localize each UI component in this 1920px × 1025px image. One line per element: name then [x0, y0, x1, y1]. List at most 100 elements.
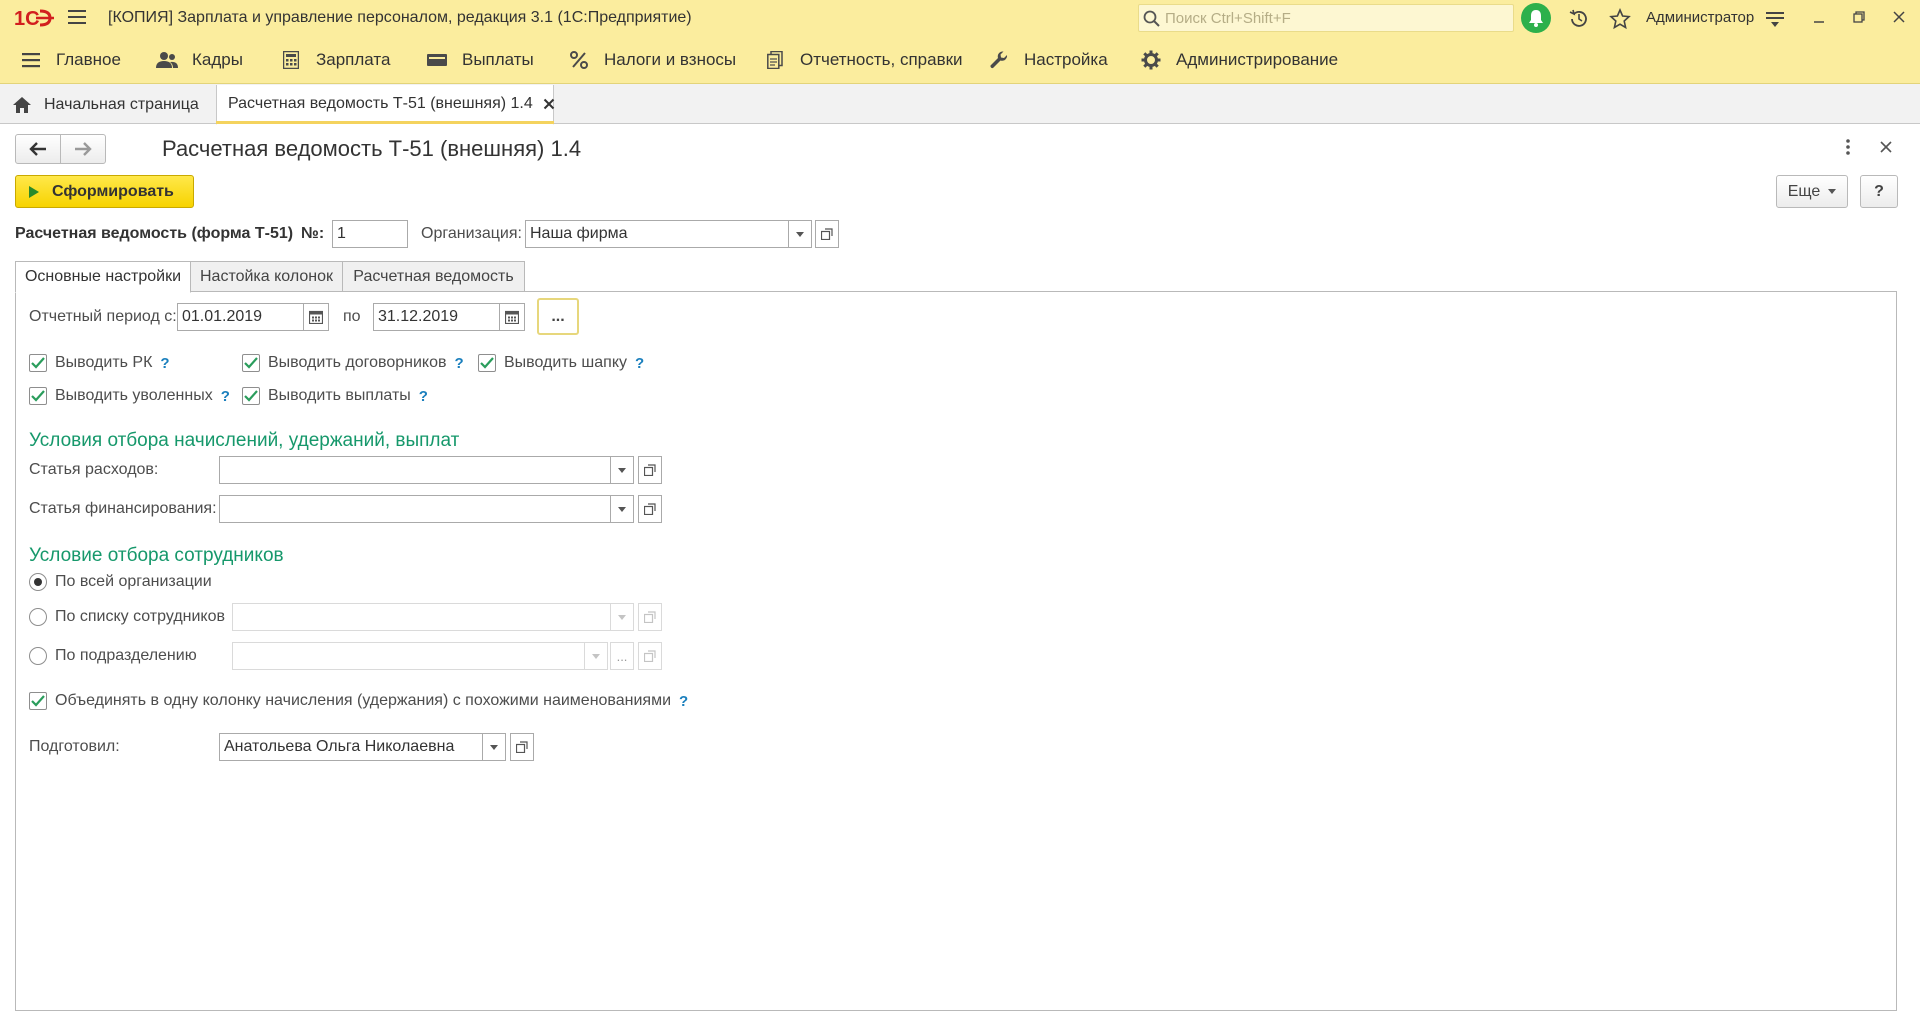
department-dropdown-button [584, 642, 608, 670]
radio-label: По подразделению [55, 647, 197, 664]
employee-list-input [232, 603, 611, 631]
people-icon [156, 49, 178, 71]
play-icon [29, 185, 39, 198]
period-select-button-label: ... [551, 307, 565, 325]
menu-item-label: Отчетность, справки [800, 50, 963, 69]
settings-lines-icon[interactable] [1766, 10, 1784, 28]
calendar-icon [309, 310, 323, 324]
financing-dropdown-button[interactable] [610, 495, 634, 523]
help-question-icon[interactable]: ? [419, 388, 428, 405]
active-tab-underline [216, 121, 554, 124]
org-input[interactable]: Наша фирма [525, 220, 789, 248]
radio-selected-icon [29, 573, 47, 591]
checkbox-show-contractors[interactable]: Выводить договорников ? [242, 354, 464, 372]
generate-button[interactable]: Сформировать [15, 175, 194, 208]
current-user[interactable]: Администратор [1646, 9, 1754, 26]
help-question-icon[interactable]: ? [221, 388, 230, 405]
back-button[interactable] [15, 134, 61, 164]
help-question-icon[interactable]: ? [635, 355, 644, 372]
radio-employee-list[interactable]: По списку сотрудников [29, 608, 225, 626]
menu-item-settings[interactable]: Настройка [988, 36, 1108, 84]
menu-item-hr[interactable]: Кадры [156, 36, 243, 84]
history-icon[interactable] [1568, 8, 1590, 30]
department-select-button-label: ... [616, 648, 628, 664]
checkbox-show-rk[interactable]: Выводить РК ? [29, 354, 170, 372]
menu-item-salary[interactable]: Зарплата [280, 36, 390, 84]
close-tab-icon[interactable] [543, 98, 555, 110]
period-label: Отчетный период с: [29, 308, 177, 325]
checkbox-label: Выводить шапку [504, 354, 627, 371]
calendar-icon [505, 310, 519, 324]
radio-label: По всей организации [55, 573, 212, 590]
period-from-input[interactable]: 01.01.2019 [177, 303, 304, 331]
close-window-icon[interactable] [1892, 10, 1906, 24]
restore-icon[interactable] [1852, 10, 1866, 24]
checkbox-label: Выводить уволенных [55, 387, 213, 404]
menu-item-label: Выплаты [462, 50, 534, 69]
radio-empty-icon [29, 647, 47, 665]
number-input[interactable]: 1 [332, 220, 408, 248]
org-open-button[interactable] [815, 220, 839, 248]
form-more-actions-icon[interactable] [1845, 138, 1851, 156]
checkbox-show-dismissed[interactable]: Выводить уволенных ? [29, 387, 230, 405]
open-card-icon [644, 650, 656, 662]
tab-home[interactable]: Начальная страница [12, 85, 199, 124]
prepared-input[interactable]: Анатольева Ольга Николаевна [219, 733, 483, 761]
help-question-icon[interactable]: ? [455, 355, 464, 372]
menu-item-taxes[interactable]: Налоги и взносы [568, 36, 736, 84]
department-select-button: ... [610, 642, 634, 670]
period-select-button[interactable]: ... [537, 298, 579, 335]
search-icon [1143, 10, 1161, 28]
hamburger-icon [20, 49, 42, 71]
checkbox-show-header[interactable]: Выводить шапку ? [478, 354, 644, 372]
radio-label: По списку сотрудников [55, 608, 225, 625]
prepared-label: Подготовил: [29, 738, 120, 755]
check-icon [242, 354, 260, 372]
notifications-bell-icon[interactable] [1520, 2, 1552, 34]
global-search-input[interactable]: Поиск Ctrl+Shift+F [1138, 4, 1514, 32]
main-menu-icon[interactable] [68, 9, 86, 25]
prepared-dropdown-button[interactable] [482, 733, 506, 761]
menu-item-admin[interactable]: Администрирование [1140, 36, 1338, 84]
menu-item-label: Главное [56, 50, 121, 69]
check-icon [29, 354, 47, 372]
open-card-icon [821, 228, 833, 240]
documents-icon [764, 49, 786, 71]
radio-whole-org[interactable]: По всей организации [29, 573, 212, 591]
financing-open-button[interactable] [638, 495, 662, 523]
forward-button[interactable] [60, 134, 106, 164]
help-question-icon[interactable]: ? [160, 355, 169, 372]
tab-payroll-sheet-view[interactable]: Расчетная ведомость [342, 261, 525, 292]
svg-text:1С: 1С [14, 8, 40, 29]
expense-dropdown-button[interactable] [610, 456, 634, 484]
menu-item-reports[interactable]: Отчетность, справки [764, 36, 963, 84]
prepared-open-button[interactable] [510, 733, 534, 761]
checkbox-merge-columns[interactable]: Объединять в одну колонку начисления (уд… [29, 692, 688, 710]
org-dropdown-button[interactable] [788, 220, 812, 248]
period-to-input[interactable]: 31.12.2019 [373, 303, 500, 331]
menu-item-payments[interactable]: Выплаты [426, 36, 534, 84]
tab-home-label: Начальная страница [44, 95, 199, 113]
favorites-star-icon[interactable] [1609, 8, 1631, 30]
more-button[interactable]: Еще [1776, 175, 1848, 208]
financing-input[interactable] [219, 495, 611, 523]
help-question-icon[interactable]: ? [679, 693, 688, 710]
radio-department[interactable]: По подразделению [29, 647, 197, 665]
expense-open-button[interactable] [638, 456, 662, 484]
tab-payroll-sheet[interactable]: Расчетная ведомость Т-51 (внешняя) 1.4 [216, 85, 554, 125]
dropdown-arrow-icon [618, 506, 626, 512]
period-to-calendar-button[interactable] [499, 303, 525, 331]
close-form-icon[interactable] [1880, 141, 1892, 153]
checkbox-show-payments[interactable]: Выводить выплаты ? [242, 387, 428, 405]
minimize-icon[interactable] [1812, 10, 1826, 24]
tab-main-settings[interactable]: Основные настройки [15, 261, 191, 293]
dropdown-arrow-icon [592, 653, 600, 659]
menu-item-main[interactable]: Главное [20, 36, 121, 84]
tab-column-settings[interactable]: Настойка колонок [190, 261, 343, 292]
help-button[interactable]: ? [1860, 175, 1898, 208]
check-icon [242, 387, 260, 405]
period-from-calendar-button[interactable] [303, 303, 329, 331]
expense-input[interactable] [219, 456, 611, 484]
open-card-icon [516, 741, 528, 753]
calculator-icon [280, 49, 302, 71]
